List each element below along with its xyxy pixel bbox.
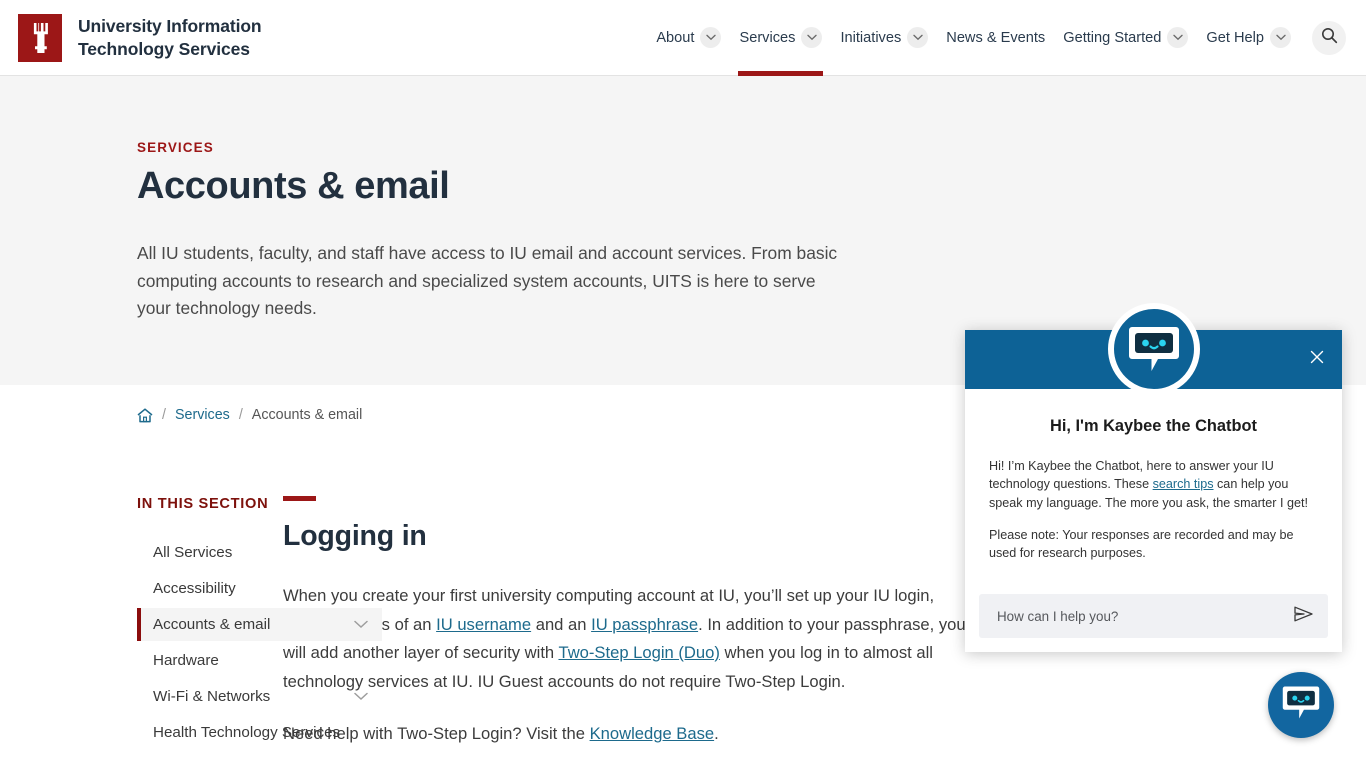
hero-eyebrow: SERVICES — [137, 140, 214, 155]
sidebar-item-label: Accessibility — [153, 580, 236, 597]
brand-logo-link[interactable]: University Information Technology Servic… — [18, 13, 262, 62]
sidebar-item-label: Wi-Fi & Networks — [153, 688, 271, 705]
chevron-down-icon — [801, 27, 823, 48]
chevron-down-icon — [1270, 27, 1291, 48]
main-navigation: About Services Initiatives News & Events… — [647, 0, 1346, 76]
chevron-down-icon — [1167, 27, 1189, 48]
nav-label: About — [656, 29, 695, 46]
page-title: Accounts & email — [137, 165, 450, 207]
hero-description: All IU students, faculty, and staff have… — [137, 243, 838, 318]
chatbot-input-row[interactable] — [979, 594, 1328, 638]
sidebar-item-hardware[interactable]: Hardware — [137, 644, 382, 677]
send-button[interactable] — [1293, 605, 1314, 628]
nav-item-news-events[interactable]: News & Events — [937, 0, 1054, 75]
brand-title: University Information Technology Servic… — [78, 15, 262, 59]
sidebar-item-label: Health Technology Services — [153, 724, 341, 741]
home-icon[interactable] — [137, 407, 153, 423]
chevron-down-icon — [907, 27, 929, 48]
sidebar-heading: IN THIS SECTION — [137, 496, 269, 512]
iu-trident-icon — [18, 13, 62, 62]
section-rule — [283, 496, 316, 501]
nav-label: Get Help — [1206, 29, 1264, 46]
brand-title-line2: Technology Services — [78, 38, 250, 59]
sidebar-list: All Services Accessibility Accounts & em… — [137, 536, 382, 749]
nav-label: News & Events — [946, 29, 1046, 46]
para2-text-b: . — [714, 724, 719, 744]
breadcrumb-separator: / — [162, 407, 166, 423]
chevron-down-icon[interactable] — [354, 616, 368, 633]
chatbot-input[interactable] — [997, 608, 1293, 624]
brand-title-line1: University Information — [78, 16, 262, 37]
paragraph-need-help: Need help with Two-Step Login? Visit the… — [283, 720, 973, 749]
site-header: University Information Technology Servic… — [0, 0, 1366, 76]
chevron-down-icon — [700, 27, 722, 48]
sidebar-item-label: All Services — [153, 544, 233, 561]
link-knowledge-base[interactable]: Knowledge Base — [590, 724, 715, 743]
sidebar-item-accessibility[interactable]: Accessibility — [137, 572, 382, 605]
breadcrumb-item-current: Accounts & email — [251, 407, 363, 423]
nav-item-about[interactable]: About — [647, 0, 730, 75]
chatbot-message-intro: Hi! I’m Kaybee the Chatbot, here to answ… — [989, 457, 1318, 512]
nav-label: Initiatives — [840, 29, 902, 46]
link-iu-passphrase[interactable]: IU passphrase — [591, 615, 698, 634]
chatbot-fab-button[interactable] — [1268, 672, 1334, 738]
search-button[interactable] — [1312, 20, 1346, 55]
chevron-down-icon[interactable] — [354, 688, 368, 705]
sidebar-item-wifi-networks[interactable]: Wi-Fi & Networks — [137, 680, 382, 713]
close-icon — [1310, 350, 1324, 369]
nav-label: Services — [739, 29, 796, 46]
search-icon — [1321, 27, 1338, 49]
chatbot-panel: Hi, I'm Kaybee the Chatbot Hi! I’m Kaybe… — [965, 303, 1342, 652]
section-sidebar: IN THIS SECTION All Services Accessibili… — [0, 496, 382, 768]
chatbot-header — [965, 303, 1342, 395]
para1-text-b: and an — [531, 614, 592, 634]
chat-bubble-icon — [1282, 685, 1320, 725]
chatbot-body: Hi, I'm Kaybee the Chatbot Hi! I’m Kaybe… — [965, 389, 1342, 594]
sidebar-item-label: Hardware — [153, 652, 219, 669]
nav-item-getting-started[interactable]: Getting Started — [1054, 0, 1197, 75]
link-two-step-login-duo[interactable]: Two-Step Login (Duo) — [558, 643, 719, 662]
link-search-tips[interactable]: search tips — [1153, 477, 1214, 491]
send-icon — [1293, 605, 1314, 628]
nav-label: Getting Started — [1063, 29, 1162, 46]
chatbot-close-button[interactable] — [1304, 347, 1330, 373]
sidebar-item-all-services[interactable]: All Services — [137, 536, 382, 569]
chatbot-avatar — [1107, 303, 1200, 395]
sidebar-item-health-technology-services[interactable]: Health Technology Services — [137, 716, 382, 749]
breadcrumb-item-services[interactable]: Services — [175, 407, 230, 423]
chatbot-message-note: Please note: Your responses are recorded… — [989, 527, 1294, 560]
nav-item-initiatives[interactable]: Initiatives — [831, 0, 937, 75]
nav-item-services[interactable]: Services — [730, 0, 831, 76]
chatbot-title: Hi, I'm Kaybee the Chatbot — [1050, 417, 1257, 435]
nav-item-get-help[interactable]: Get Help — [1197, 0, 1300, 75]
link-iu-username[interactable]: IU username — [436, 615, 531, 634]
breadcrumb-separator: / — [238, 407, 243, 423]
sidebar-item-accounts-email[interactable]: Accounts & email — [137, 608, 382, 641]
paragraph-logging-in: When you create your first university co… — [283, 582, 973, 696]
sidebar-item-label: Accounts & email — [153, 616, 271, 633]
